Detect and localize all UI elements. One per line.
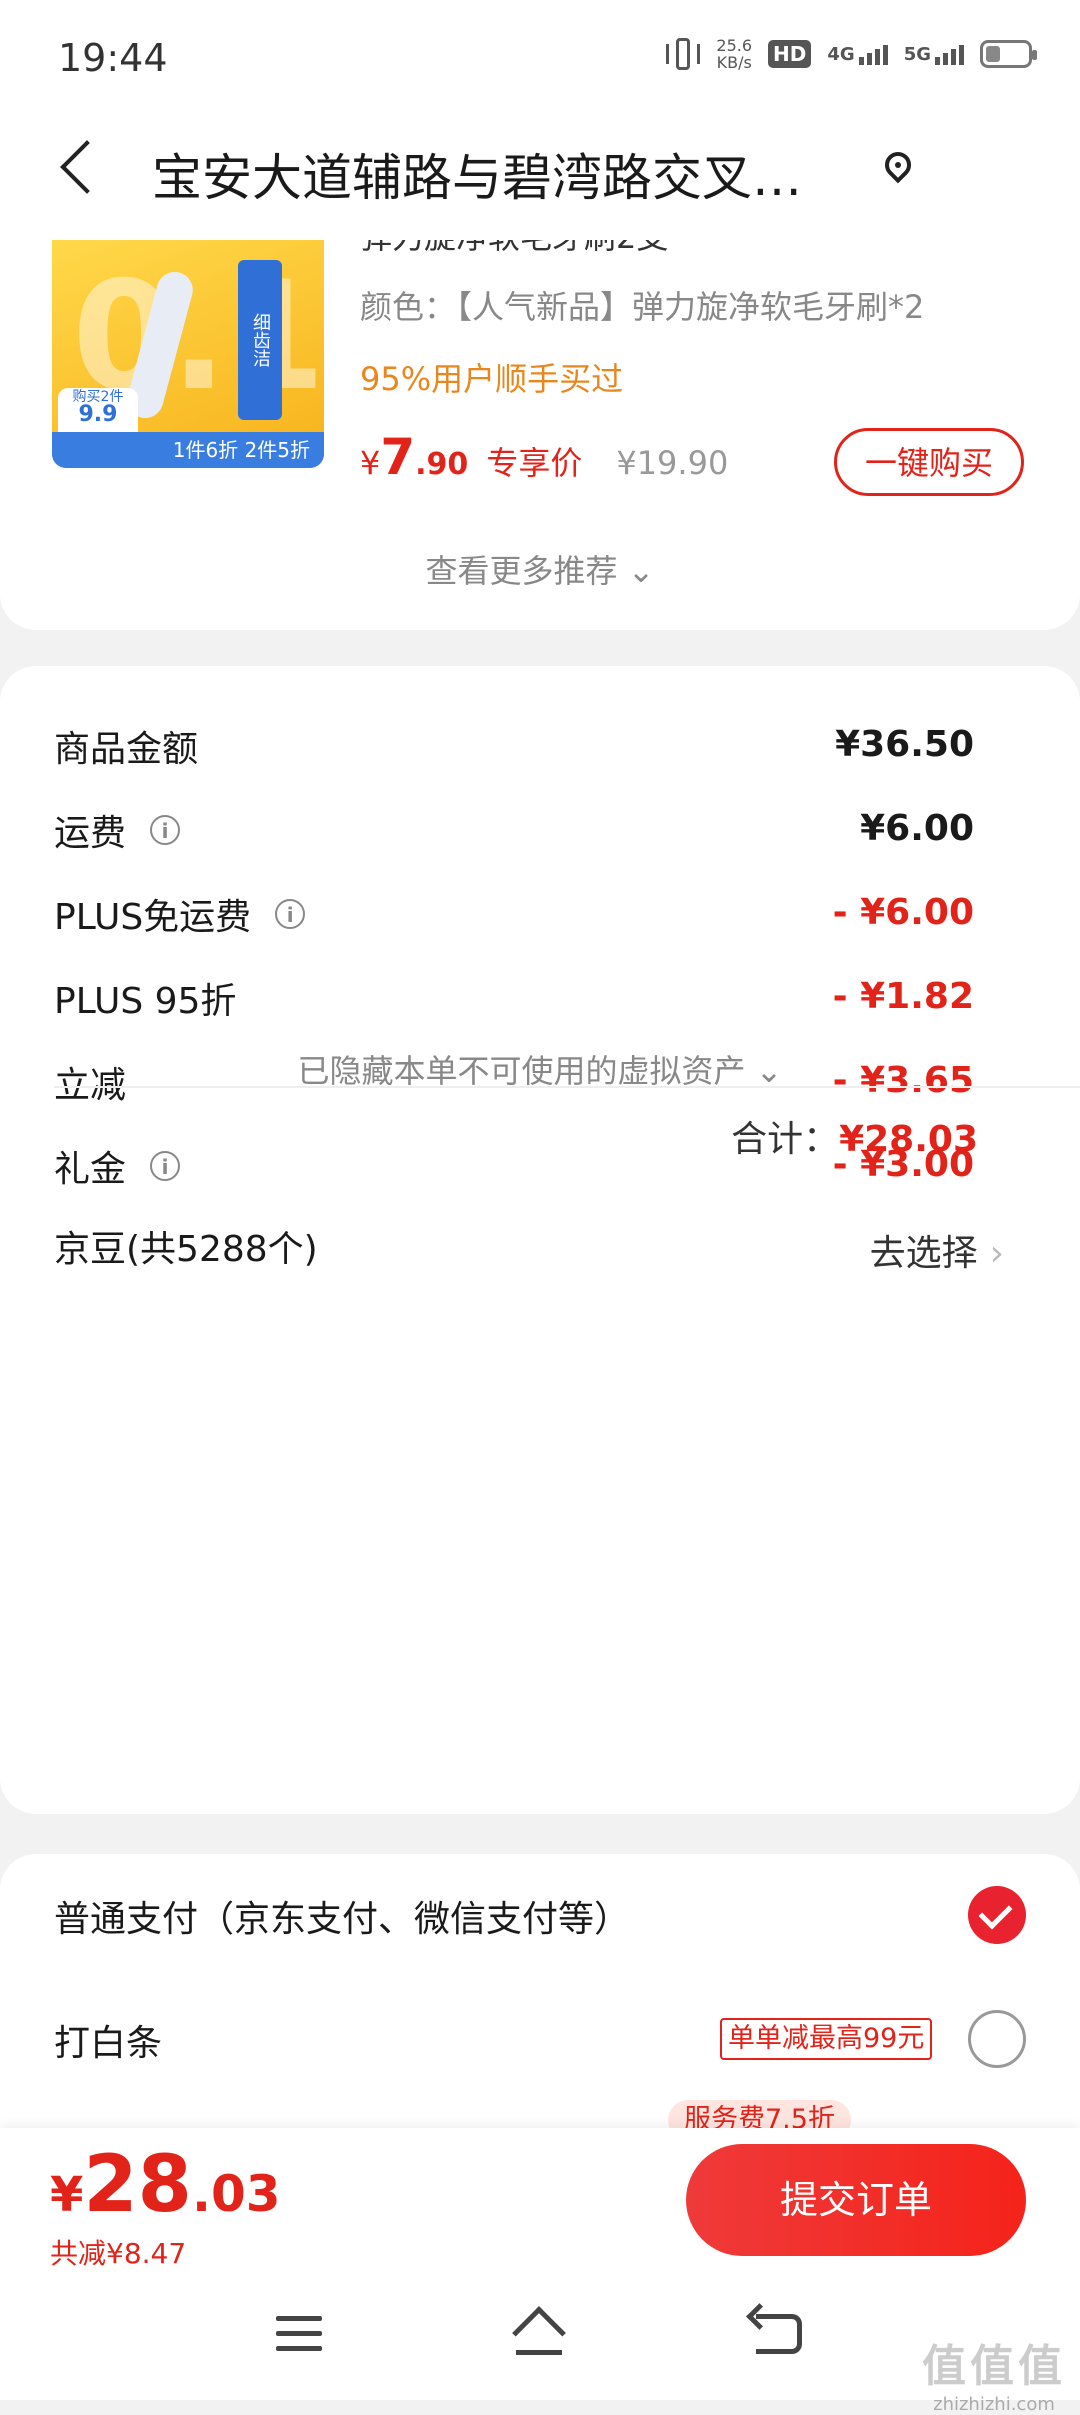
summary-label: 礼金 — [54, 1149, 127, 1190]
more-recommendations-link[interactable]: 查看更多推荐 ⌄ — [0, 546, 1080, 592]
vibrate-icon — [666, 36, 701, 72]
product-pack-graphic: 细齿洁 — [238, 260, 282, 420]
summary-label: PLUS免运费 — [54, 897, 252, 938]
chevron-right-icon: › — [989, 1233, 1004, 1274]
battery-icon — [980, 40, 1037, 68]
summary-divider — [54, 1086, 1080, 1088]
signal-5g-label: 5G — [903, 43, 931, 65]
back-icon[interactable] — [756, 2314, 802, 2354]
order-total: 合计：¥28.03 — [731, 1110, 978, 1162]
checkout-saved-amount: 共减¥8.47 — [50, 2237, 187, 2270]
info-icon[interactable]: i — [150, 815, 181, 845]
product-image[interactable]: 0.1 细齿洁 购买2件 9.9 1件6折 2件5折 — [52, 240, 324, 468]
menu-icon[interactable] — [276, 2316, 322, 2352]
checkout-price-decimal: .03 — [191, 2165, 281, 2223]
status-time: 19:44 — [58, 36, 168, 80]
signal-5g-icon: 5G — [904, 44, 964, 65]
product-name[interactable]: 弹力旋净软毛牙刷2支 — [360, 240, 668, 258]
speed-unit: KB/s — [716, 53, 752, 72]
submit-order-button[interactable]: 提交订单 — [686, 2144, 1026, 2256]
summary-label: 运费 — [54, 813, 127, 854]
original-price: ¥19.90 — [616, 444, 729, 482]
summary-row-plus-discount: PLUS 95折 - ¥1.82 — [54, 972, 974, 1032]
info-icon[interactable]: i — [150, 1151, 181, 1181]
checkout-bar: ¥ 28 .03 共减¥8.47 提交订单 — [0, 2128, 1080, 2278]
summary-label: 商品金额 — [54, 729, 199, 770]
product-price: ¥ 7 .90 专享价 ¥19.90 — [360, 428, 728, 486]
summary-label-wrap: PLUS免运费 i — [54, 888, 306, 940]
total-label: 合计： — [731, 1119, 840, 1160]
summary-row-plus-free-shipping: PLUS免运费 i - ¥6.00 — [54, 888, 974, 948]
summary-value: ¥36.50 — [835, 724, 974, 765]
status-indicators: 25.6 KB/s HD 4G 5G — [666, 36, 1037, 72]
price-integer: 7 — [380, 428, 416, 486]
product-sold-hint: 95%用户顺手买过 — [360, 360, 624, 398]
system-navigation-bar — [0, 2278, 1080, 2400]
unchecked-circle-icon[interactable] — [968, 2010, 1026, 2068]
checkout-currency: ¥ — [50, 2167, 84, 2223]
summary-label-wrap: 礼金 i — [54, 1140, 181, 1192]
delivery-address[interactable]: 宝安大道辅路与碧湾路交叉… — [152, 138, 852, 210]
product-spec: 颜色：【人气新品】弹力旋净软毛牙刷*2 — [360, 288, 925, 326]
summary-value: - ¥1.82 — [832, 976, 974, 1017]
summary-value: - ¥6.00 — [832, 892, 974, 933]
order-summary-card: 商品金额 ¥36.50 运费 i ¥6.00 PLUS免运费 i - ¥6.00 P… — [0, 666, 1080, 1814]
image-promo-strip: 1件6折 2件5折 — [52, 432, 324, 468]
jingdou-select-label: 去选择 — [869, 1233, 978, 1274]
jingdou-select[interactable]: 去选择 › — [870, 1224, 1004, 1276]
summary-value: ¥6.00 — [860, 808, 974, 849]
baitiao-promo-badge: 单单减最高99元 — [720, 2018, 933, 2060]
normal-payment-option[interactable]: 普通支付（京东支付、微信支付等） — [54, 1890, 630, 1942]
one-click-buy-button[interactable]: 一键购买 — [834, 428, 1024, 496]
summary-label-wrap: 运费 i — [54, 804, 181, 856]
baitiao-payment-option[interactable]: 打白条 — [54, 2014, 162, 2066]
summary-label: PLUS 95折 — [54, 981, 237, 1022]
address-header: 宝安大道辅路与碧湾路交叉… — [0, 100, 1080, 240]
price-decimal: .90 — [415, 447, 469, 482]
watermark-logo: 值值值 — [922, 2341, 1066, 2392]
checkout-price-integer: 28 — [83, 2140, 192, 2230]
status-bar: 19:44 25.6 KB/s HD 4G 5G — [0, 0, 1080, 100]
map-pin-icon[interactable] — [879, 146, 917, 184]
site-watermark: 值值值 zhizhizhi.com — [922, 2330, 1066, 2415]
home-icon[interactable] — [512, 2312, 566, 2358]
summary-row-shipping: 运费 i ¥6.00 — [54, 804, 974, 864]
total-amount: ¥28.03 — [839, 1119, 978, 1160]
checkout-total-price: ¥ 28 .03 — [50, 2140, 281, 2230]
jingdou-row[interactable]: 京豆(共5288个) 去选择 › — [54, 1220, 1004, 1280]
network-speed: 25.6 KB/s — [716, 37, 752, 71]
back-arrow-icon[interactable] — [58, 140, 98, 200]
payment-method-card: 普通支付（京东支付、微信支付等） 打白条 单单减最高99元 服务费7.5折 — [0, 1854, 1080, 2134]
info-icon[interactable]: i — [275, 899, 306, 929]
summary-row-goods: 商品金额 ¥36.50 — [54, 720, 974, 780]
signal-4g-icon: 4G — [827, 43, 888, 65]
price-currency: ¥ — [360, 444, 381, 482]
checked-circle-icon[interactable] — [968, 1886, 1026, 1944]
jingdou-label: 京豆(共5288个) — [54, 1229, 318, 1270]
recommendation-card: 0.1 细齿洁 购买2件 9.9 1件6折 2件5折 弹力旋净软毛牙刷2支 颜色… — [0, 240, 1080, 630]
signal-4g-label: 4G — [827, 43, 855, 65]
hd-icon: HD — [768, 40, 812, 68]
exclusive-price-label: 专享价 — [486, 444, 583, 482]
watermark-url: zhizhizhi.com — [933, 2394, 1055, 2415]
image-tag-price: 9.9 — [78, 402, 118, 427]
